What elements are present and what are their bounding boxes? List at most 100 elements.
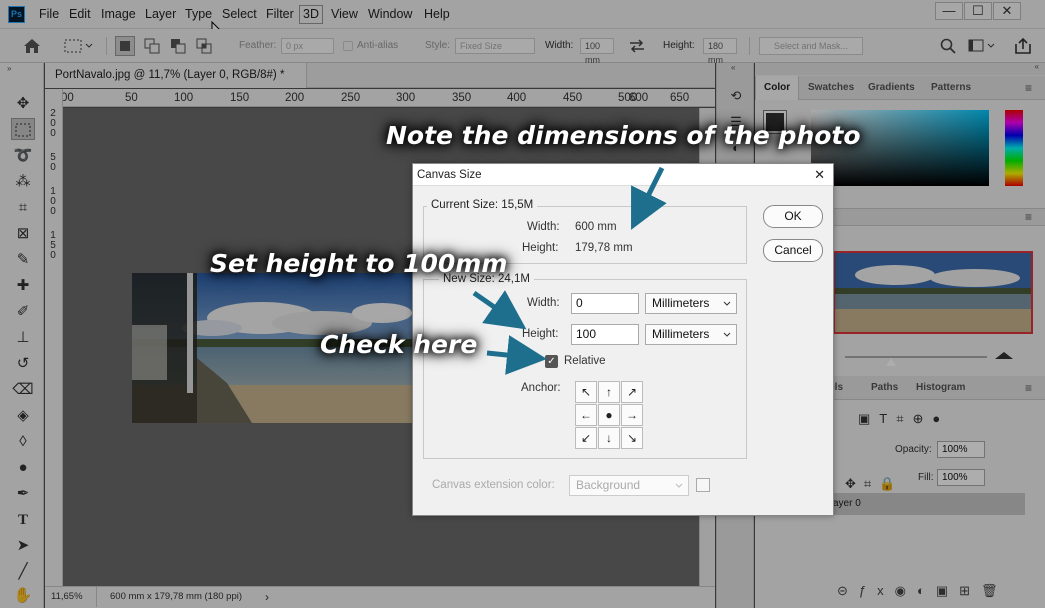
anchor-center[interactable]: ● — [598, 404, 620, 426]
relative-checkbox[interactable]: ✓ — [545, 355, 558, 368]
pen-tool-icon[interactable]: ✒ — [11, 483, 35, 505]
search-icon[interactable] — [940, 38, 956, 54]
antialias-checkbox[interactable] — [343, 41, 353, 51]
lock-icons[interactable]: ✥⌗🔒 — [845, 476, 903, 492]
anchor-grid[interactable]: ↖ ↑ ↗ ← ● → ↙ ↓ ↘ — [575, 381, 645, 451]
blur-tool-icon[interactable]: ◊ — [11, 431, 35, 453]
maximize-button[interactable]: ☐ — [964, 2, 992, 20]
collapse-dock-icon[interactable]: « — [731, 63, 735, 72]
close-window-button[interactable]: ✕ — [993, 2, 1021, 20]
add-selection-button[interactable] — [142, 36, 162, 56]
doc-info: 600 mm x 179,78 mm (180 ppi) — [110, 591, 243, 602]
menu-image[interactable]: Image — [101, 0, 136, 29]
ext-color-select[interactable]: Background — [569, 475, 689, 496]
rect-marquee-tool-icon[interactable] — [11, 118, 35, 140]
magic-wand-tool-icon[interactable]: ⁂ — [11, 171, 35, 193]
menu-help[interactable]: Help — [424, 0, 450, 29]
navigator-zoom-slider[interactable] — [845, 356, 987, 358]
new-selection-button[interactable] — [115, 36, 135, 56]
anchor-top-right[interactable]: ↗ — [621, 381, 643, 403]
menu-type[interactable]: Type — [185, 0, 212, 29]
menu-layer[interactable]: Layer — [145, 0, 176, 29]
menu-view[interactable]: View — [331, 0, 358, 29]
menu-filter[interactable]: Filter — [266, 0, 294, 29]
menu-window[interactable]: Window — [368, 0, 412, 29]
intersect-selection-button[interactable] — [194, 36, 214, 56]
height-input[interactable]: 180 mm — [703, 38, 737, 65]
collapse-toolbox-icon[interactable]: » — [7, 64, 11, 73]
anchor-bottom-left[interactable]: ↙ — [575, 427, 597, 449]
history-panel-icon[interactable]: ⟲ — [725, 85, 747, 107]
history-brush-tool-icon[interactable]: ↺ — [11, 353, 35, 375]
panel-menu-icon[interactable]: ≡ — [1025, 81, 1032, 95]
navigator-menu-icon[interactable]: ≡ — [1025, 210, 1032, 224]
eyedropper-tool-icon[interactable]: ✎ — [11, 249, 35, 271]
crop-tool-icon[interactable]: ⌗ — [11, 197, 35, 219]
collapse-panels-icon[interactable]: « — [1035, 62, 1039, 71]
zoom-level[interactable]: 11,65% — [45, 587, 97, 607]
document-tabs: PortNavalo.jpg @ 11,7% (Layer 0, RGB/8#)… — [45, 63, 715, 106]
tab-color[interactable]: Color — [755, 76, 800, 100]
line-tool-icon[interactable]: ╱ — [11, 561, 35, 583]
fill-input[interactable]: 100% — [937, 469, 985, 486]
width-input[interactable]: 100 mm — [580, 38, 614, 65]
layers-menu-icon[interactable]: ≡ — [1025, 381, 1032, 395]
tab-swatches[interactable]: Swatches — [800, 76, 862, 100]
anchor-top-left[interactable]: ↖ — [575, 381, 597, 403]
anchor-bottom-right[interactable]: ↘ — [621, 427, 643, 449]
paint-bucket-tool-icon[interactable]: ◈ — [11, 405, 35, 427]
path-selection-tool-icon[interactable]: ➤ — [11, 535, 35, 557]
width-input[interactable]: 0 — [571, 293, 639, 314]
style-select[interactable]: Fixed Size — [455, 38, 535, 54]
height-unit-select[interactable]: Millimeters — [645, 324, 737, 345]
width-unit-select[interactable]: Millimeters — [645, 293, 737, 314]
swap-icon[interactable] — [628, 39, 646, 53]
dodge-tool-icon[interactable]: ● — [11, 457, 35, 479]
navigator-thumbnail[interactable] — [833, 251, 1033, 334]
marquee-preset-icon[interactable] — [64, 38, 94, 54]
layer-row[interactable]: ayer 0 — [825, 493, 1025, 515]
home-icon[interactable] — [23, 38, 41, 54]
tab-patterns[interactable]: Patterns — [923, 76, 979, 100]
zoom-in-mountain-icon[interactable] — [995, 352, 1013, 359]
select-and-mask-button[interactable]: Select and Mask... — [759, 37, 863, 55]
menu-3d[interactable]: 3D — [299, 5, 323, 24]
anchor-top[interactable]: ↑ — [598, 381, 620, 403]
anchor-right[interactable]: → — [621, 404, 643, 426]
dialog-close-icon[interactable]: ✕ — [814, 164, 825, 186]
minimize-button[interactable]: — — [935, 2, 963, 20]
healing-brush-tool-icon[interactable]: ✚ — [11, 275, 35, 297]
clone-stamp-tool-icon[interactable]: ⊥ — [11, 327, 35, 349]
tab-gradients[interactable]: Gradients — [860, 76, 923, 100]
ok-button[interactable]: OK — [763, 205, 823, 228]
layers-footer-icons[interactable]: ⊝ƒx◉◐▣⊞🗑 — [837, 583, 1009, 599]
menu-select[interactable]: Select — [222, 0, 257, 29]
cancel-button[interactable]: Cancel — [763, 239, 823, 262]
lasso-tool-icon[interactable]: ➰ — [11, 145, 35, 167]
navigator-zoom-handle[interactable] — [886, 358, 896, 366]
anchor-left[interactable]: ← — [575, 404, 597, 426]
type-tool-icon[interactable]: T — [11, 509, 35, 531]
hue-slider[interactable] — [1005, 110, 1023, 186]
layer-name: ayer 0 — [833, 498, 861, 509]
workspace-icon[interactable] — [968, 39, 996, 53]
subtract-selection-button[interactable] — [168, 36, 188, 56]
tab-histogram[interactable]: Histogram — [908, 376, 973, 400]
hand-tool-icon[interactable]: ✋ — [11, 585, 35, 607]
brush-tool-icon[interactable]: ✐ — [11, 301, 35, 323]
anchor-bottom[interactable]: ↓ — [598, 427, 620, 449]
ext-color-swatch[interactable] — [696, 478, 710, 492]
tab-paths[interactable]: Paths — [863, 376, 906, 400]
eraser-tool-icon[interactable]: ⌫ — [11, 379, 35, 401]
menu-edit[interactable]: Edit — [69, 0, 91, 29]
opacity-input[interactable]: 100% — [937, 441, 985, 458]
layer-filter-icons[interactable]: ▣T⌗⊕● — [858, 411, 949, 427]
share-icon[interactable] — [1014, 37, 1032, 55]
feather-input[interactable]: 0 px — [281, 38, 334, 54]
height-input[interactable]: 100 — [571, 324, 639, 345]
frame-tool-icon[interactable]: ⊠ — [11, 223, 35, 245]
move-tool-icon[interactable]: ✥ — [11, 93, 35, 115]
document-tab[interactable]: PortNavalo.jpg @ 11,7% (Layer 0, RGB/8#)… — [45, 63, 307, 106]
status-menu-arrow[interactable]: › — [265, 587, 269, 607]
menu-file[interactable]: File — [39, 0, 59, 29]
